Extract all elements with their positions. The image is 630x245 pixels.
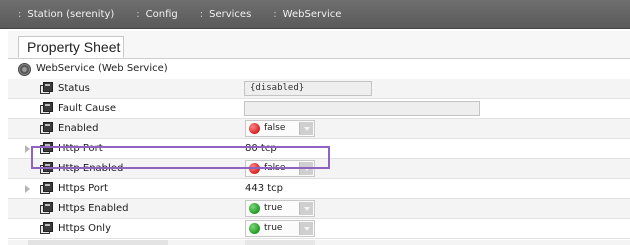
enabled-dropdown[interactable]: false xyxy=(245,120,315,137)
row-fragment xyxy=(28,240,168,245)
fault-cause-value xyxy=(244,101,480,116)
true-status-icon xyxy=(249,203,260,214)
property-sheet-view: Property Sheet WebService (Web Service) … xyxy=(8,31,630,245)
expand-arrow-icon[interactable] xyxy=(25,185,30,193)
https-enabled-dropdown[interactable]: true xyxy=(245,200,315,217)
property-row-http-enabled[interactable]: Http Enabled false xyxy=(8,159,630,179)
service-gear-icon xyxy=(18,63,31,76)
breadcrumb-config[interactable]: : Config xyxy=(114,9,177,20)
chevron-down-icon[interactable] xyxy=(299,162,313,175)
separator-icon: : xyxy=(273,8,277,20)
slot-icon xyxy=(40,202,55,215)
property-name: Https Only xyxy=(58,223,112,234)
false-status-icon xyxy=(249,123,260,134)
https-only-value: true xyxy=(264,223,283,233)
separator-icon: : xyxy=(199,8,204,20)
slot-icon xyxy=(40,82,55,95)
breadcrumb-webservice[interactable]: : WebService xyxy=(251,9,341,20)
property-name: Fault Cause xyxy=(58,103,116,114)
property-row-enabled[interactable]: Enabled false xyxy=(8,119,630,139)
slot-icon xyxy=(40,142,55,155)
breadcrumb-label: Services xyxy=(209,8,252,20)
property-row-https-enabled[interactable]: Https Enabled true xyxy=(8,199,630,219)
slot-icon xyxy=(40,222,55,235)
status-value: {disabled} xyxy=(244,81,372,96)
http-enabled-value: false xyxy=(264,163,286,173)
slot-icon xyxy=(40,162,55,175)
tab-property-sheet[interactable]: Property Sheet xyxy=(18,36,124,58)
property-row-fault-cause[interactable]: Fault Cause xyxy=(8,99,630,119)
root-component-label: WebService (Web Service) xyxy=(36,63,168,74)
slot-icon xyxy=(40,122,55,135)
separator-icon: : xyxy=(136,8,140,20)
breadcrumb: : Station (serenity) : Config : Services : W… xyxy=(0,0,630,29)
property-name: Enabled xyxy=(58,123,99,134)
slot-icon xyxy=(40,182,55,195)
tab-strip: Property Sheet xyxy=(8,31,630,59)
breadcrumb-services[interactable]: : Services xyxy=(178,9,252,20)
property-row-https-only[interactable]: Https Only true xyxy=(8,219,630,239)
separator-icon: : xyxy=(18,8,22,20)
breadcrumb-label: WebService xyxy=(282,8,342,20)
chevron-down-icon[interactable] xyxy=(299,222,313,235)
chevron-down-icon[interactable] xyxy=(299,202,313,215)
true-status-icon xyxy=(249,223,260,234)
property-name: Https Enabled xyxy=(58,203,129,214)
http-enabled-dropdown[interactable]: false xyxy=(245,160,315,177)
property-row-status[interactable]: Status {disabled} xyxy=(8,79,630,99)
http-port-value: 80 tcp xyxy=(245,143,277,154)
chevron-down-icon[interactable] xyxy=(299,122,313,135)
https-enabled-value: true xyxy=(264,203,283,213)
property-row-http-port[interactable]: Http Port 80 tcp xyxy=(8,139,630,159)
breadcrumb-label: Config xyxy=(145,8,178,20)
root-component-row[interactable]: WebService (Web Service) xyxy=(8,60,630,79)
property-name: Http Port xyxy=(58,143,103,154)
row-fragment xyxy=(245,240,315,245)
property-name: Http Enabled xyxy=(58,163,124,174)
slot-icon xyxy=(40,102,55,115)
property-row-https-port[interactable]: Https Port 443 tcp xyxy=(8,179,630,199)
expand-arrow-icon[interactable] xyxy=(25,145,30,153)
property-name: Https Port xyxy=(58,183,108,194)
false-status-icon xyxy=(249,163,260,174)
breadcrumb-label: Station (serenity) xyxy=(27,8,115,20)
breadcrumb-station[interactable]: : Station (serenity) xyxy=(0,9,114,20)
enabled-value: false xyxy=(264,123,286,133)
next-property-row xyxy=(8,240,630,245)
https-only-dropdown[interactable]: true xyxy=(245,220,315,237)
https-port-value: 443 tcp xyxy=(245,183,284,194)
property-name: Status xyxy=(58,83,90,94)
